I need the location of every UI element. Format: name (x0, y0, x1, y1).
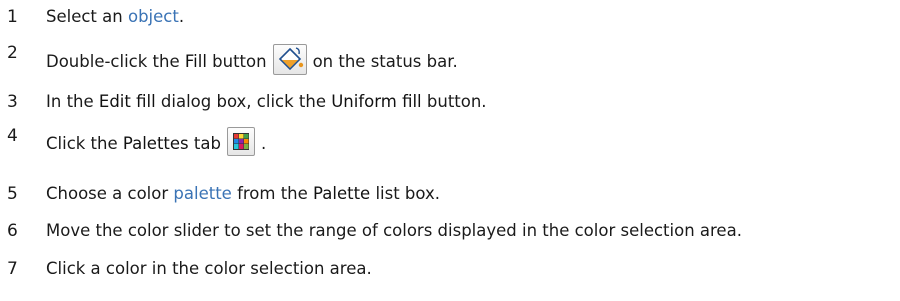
step-text-part: Double-click the (46, 52, 185, 71)
step-text: Click the Palettes tab . (46, 127, 267, 156)
fill-bucket-icon (272, 44, 307, 75)
palette-term: Palette (313, 184, 371, 203)
step-text-part: from the (231, 184, 314, 203)
step-text-part: Select an (46, 7, 128, 26)
object-link[interactable]: object (128, 7, 179, 26)
step-text-part: Click the (46, 134, 123, 153)
step-text: In the Edit fill dialog box, click the U… (46, 92, 487, 111)
step-text-part: on the status bar. (312, 52, 458, 71)
step-number: 1 (7, 7, 18, 27)
step-text-part: dialog box, click the (155, 92, 332, 111)
step-text-part: . (178, 7, 185, 26)
step-text: Double-click the Fill button on the stat… (46, 44, 458, 75)
step-text: Move the color slider to set the range o… (46, 221, 742, 240)
step-text: Click a color in the color selection are… (46, 259, 372, 278)
step-number: 2 (7, 43, 18, 63)
step-text-part: In the (46, 92, 99, 111)
step-number: 4 (7, 126, 18, 146)
edit-fill-term: Edit fill (98, 92, 156, 111)
step-text: Choose a color palette from the Palette … (46, 184, 440, 203)
step-text-part: list box. (370, 184, 440, 203)
step-text-part: Choose a color (46, 184, 174, 203)
fill-term: Fill (184, 52, 207, 71)
procedure-steps: 1 Select an object. 2 Double-click the F… (0, 0, 900, 301)
step-number: 7 (7, 259, 18, 279)
palettes-term: Palettes (122, 134, 189, 153)
step-text-part: tab (188, 134, 221, 153)
step-text: Select an object. (46, 7, 184, 26)
step-number: 3 (7, 92, 18, 112)
step-text-part: . (260, 134, 267, 153)
palette-grid-icon (226, 127, 255, 156)
step-text-part: button. (421, 92, 487, 111)
step-number: 6 (7, 221, 18, 241)
step-number: 5 (7, 184, 18, 204)
palette-link[interactable]: palette (173, 184, 231, 203)
step-text-part: button (206, 52, 267, 71)
uniform-fill-term: Uniform fill (331, 92, 422, 111)
